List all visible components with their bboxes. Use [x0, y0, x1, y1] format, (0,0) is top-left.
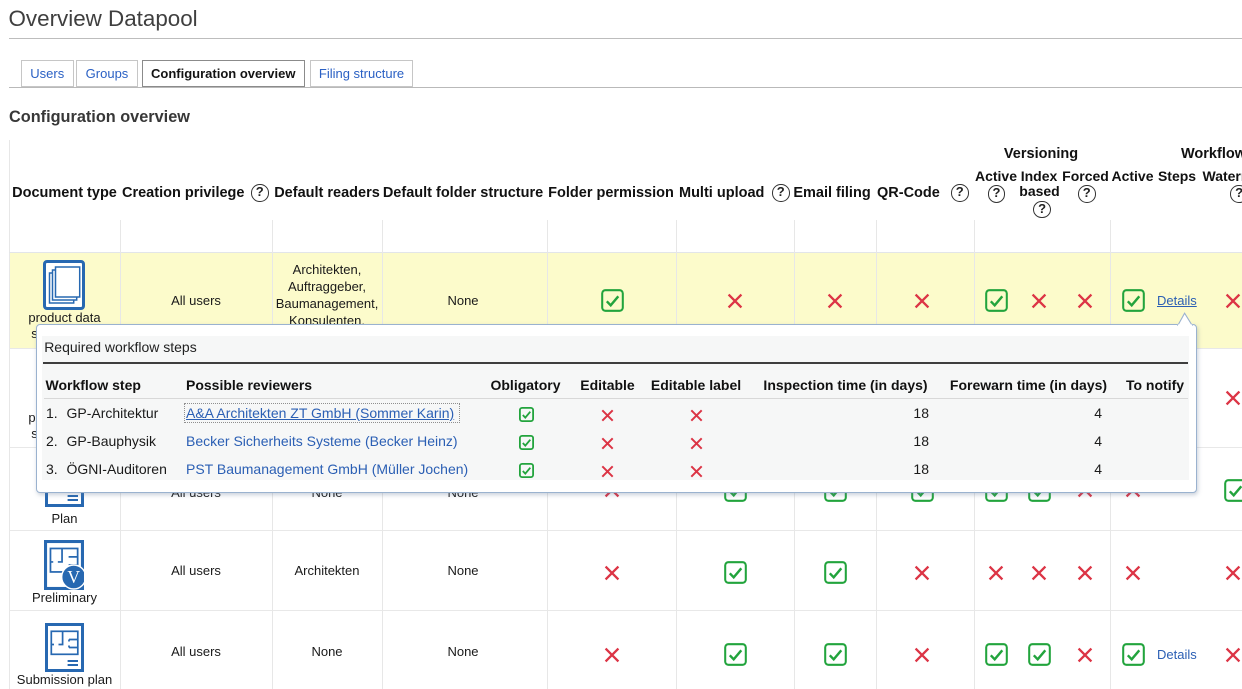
svg-text:V: V: [67, 566, 80, 586]
